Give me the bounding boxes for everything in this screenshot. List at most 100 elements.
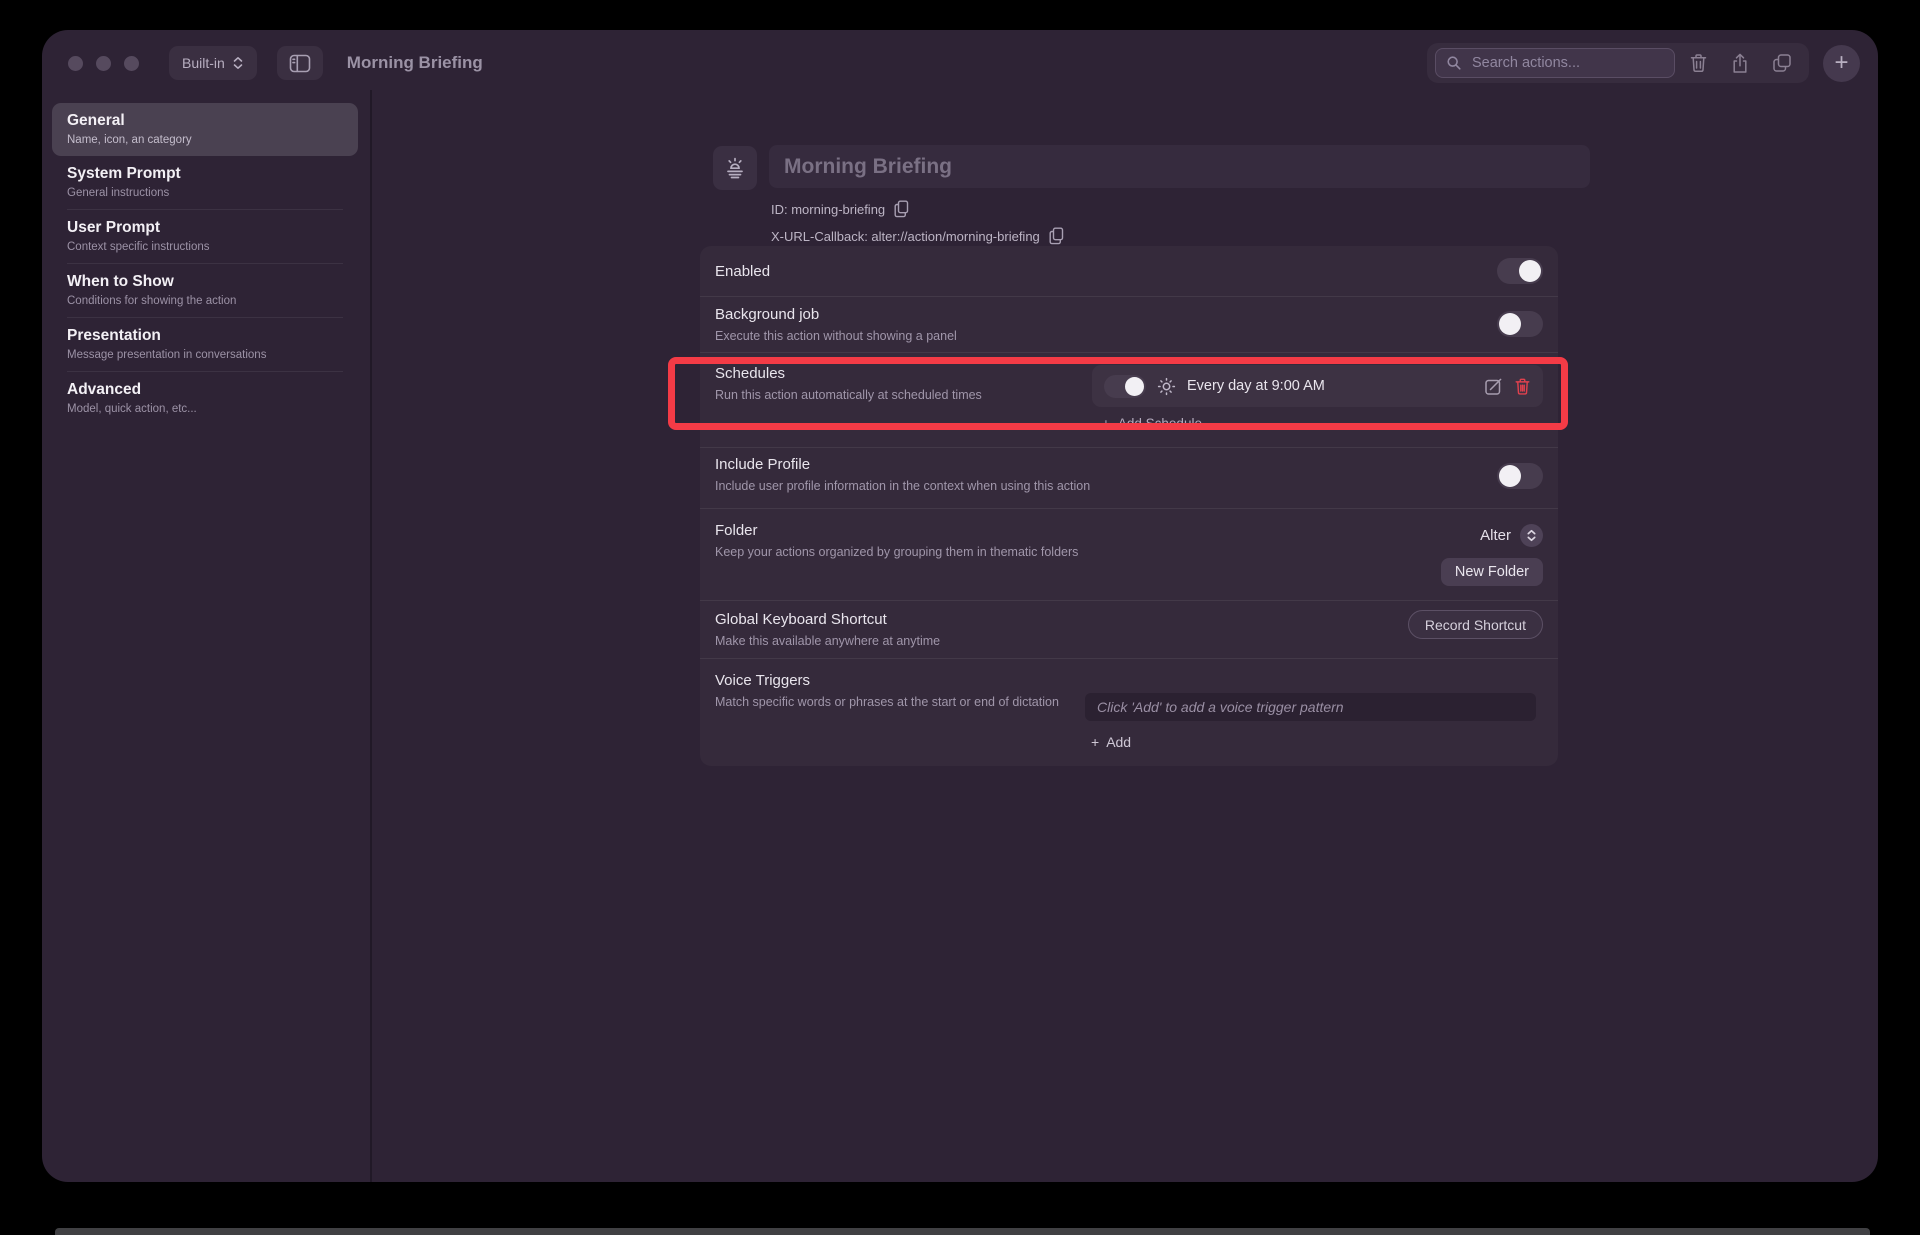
toggle-sidebar-button[interactable] bbox=[277, 46, 323, 80]
toggle-knob bbox=[1499, 465, 1521, 487]
toggle-knob bbox=[1499, 313, 1521, 335]
schedules-subtitle: Run this action automatically at schedul… bbox=[715, 387, 1092, 404]
add-voice-trigger-label: Add bbox=[1106, 734, 1131, 750]
duplicate-icon bbox=[1772, 53, 1792, 73]
shortcut-row: Global Keyboard Shortcut Make this avail… bbox=[700, 600, 1558, 658]
sidebar-divider bbox=[370, 90, 372, 1182]
background-job-subtitle: Execute this action without showing a pa… bbox=[715, 328, 1497, 345]
action-callback-line: X-URL-Callback: alter://action/morning-b… bbox=[771, 227, 1064, 245]
sidebar-item-system-prompt[interactable]: System Prompt General instructions bbox=[52, 156, 358, 209]
sidebar-item-subtitle: Model, quick action, etc... bbox=[67, 403, 343, 415]
schedule-description: Every day at 9:00 AM bbox=[1187, 378, 1473, 394]
copy-callback-button[interactable] bbox=[1049, 227, 1064, 245]
voice-triggers-label: Voice Triggers bbox=[715, 672, 1085, 689]
sidebar-item-subtitle: Name, icon, an category bbox=[67, 134, 343, 146]
record-shortcut-label: Record Shortcut bbox=[1425, 617, 1526, 633]
shortcut-subtitle: Make this available anywhere at anytime bbox=[715, 633, 1408, 650]
sun-icon bbox=[1157, 377, 1176, 396]
background-job-toggle[interactable] bbox=[1497, 311, 1543, 337]
voice-triggers-row: Voice Triggers Match specific words or p… bbox=[700, 658, 1558, 766]
edit-schedule-button[interactable] bbox=[1484, 377, 1503, 396]
schedules-label: Schedules bbox=[715, 365, 1092, 382]
delete-schedule-button[interactable] bbox=[1514, 377, 1531, 396]
window-title: Morning Briefing bbox=[347, 53, 483, 73]
duplicate-action-button[interactable] bbox=[1763, 48, 1801, 78]
sidebar-item-title: General bbox=[67, 112, 343, 130]
plus-icon: + bbox=[1091, 734, 1099, 750]
search-input[interactable] bbox=[1470, 54, 1664, 72]
sidebar-item-subtitle: Message presentation in conversations bbox=[67, 349, 343, 361]
folder-row: Folder Keep your actions organized by gr… bbox=[700, 508, 1558, 600]
sidebar-item-title: User Prompt bbox=[67, 219, 343, 237]
folder-selected-value: Alter bbox=[1480, 527, 1511, 544]
background-job-label: Background job bbox=[715, 306, 1497, 323]
action-id-line: ID: morning-briefing bbox=[771, 200, 909, 218]
delete-action-button[interactable] bbox=[1679, 48, 1717, 78]
schedules-row: Schedules Run this action automatically … bbox=[700, 352, 1558, 447]
share-icon bbox=[1731, 53, 1749, 74]
search-field[interactable] bbox=[1435, 48, 1675, 78]
enabled-toggle[interactable] bbox=[1497, 258, 1543, 284]
toolbar-right: + bbox=[1427, 43, 1860, 83]
sidebar-item-user-prompt[interactable]: User Prompt Context specific instruction… bbox=[52, 210, 358, 263]
sidebar-item-title: Presentation bbox=[67, 327, 343, 345]
add-voice-trigger-button[interactable]: + Add bbox=[1091, 734, 1131, 750]
record-shortcut-button[interactable]: Record Shortcut bbox=[1408, 610, 1543, 639]
app-window: Built-in Morning Briefing bbox=[42, 30, 1878, 1182]
trash-icon bbox=[1689, 53, 1708, 73]
toggle-knob bbox=[1519, 260, 1541, 282]
builtin-selector[interactable]: Built-in bbox=[169, 46, 257, 80]
traffic-lights bbox=[68, 56, 139, 71]
chevron-up-down-icon bbox=[1520, 524, 1543, 547]
schedule-item: Every day at 9:00 AM bbox=[1092, 365, 1543, 407]
action-callback-text: X-URL-Callback: alter://action/morning-b… bbox=[771, 229, 1040, 244]
chevron-up-down-icon bbox=[232, 56, 244, 70]
shortcut-label: Global Keyboard Shortcut bbox=[715, 611, 1408, 628]
zoom-window-button[interactable] bbox=[124, 56, 139, 71]
sidebar-item-title: System Prompt bbox=[67, 165, 343, 183]
sidebar-item-when-to-show[interactable]: When to Show Conditions for showing the … bbox=[52, 264, 358, 317]
include-profile-subtitle: Include user profile information in the … bbox=[715, 478, 1497, 495]
close-window-button[interactable] bbox=[68, 56, 83, 71]
sidebar-item-general[interactable]: General Name, icon, an category bbox=[52, 103, 358, 156]
toolbar-group bbox=[1427, 43, 1809, 83]
sidebar-item-presentation[interactable]: Presentation Message presentation in con… bbox=[52, 318, 358, 371]
include-profile-toggle[interactable] bbox=[1497, 463, 1543, 489]
action-name-input[interactable] bbox=[769, 145, 1590, 188]
plus-icon: + bbox=[1834, 51, 1848, 75]
sunrise-icon bbox=[723, 156, 747, 180]
add-action-button[interactable]: + bbox=[1823, 45, 1860, 82]
new-folder-button[interactable]: New Folder bbox=[1441, 558, 1543, 586]
enabled-row: Enabled bbox=[700, 246, 1558, 296]
add-schedule-button[interactable]: + Add Schedule bbox=[1102, 416, 1202, 431]
sidebar-icon bbox=[289, 54, 311, 73]
folder-select[interactable]: Alter bbox=[1480, 524, 1543, 547]
action-id-text: ID: morning-briefing bbox=[771, 202, 885, 217]
folder-label: Folder bbox=[715, 522, 1092, 539]
sidebar: General Name, icon, an category System P… bbox=[52, 103, 358, 425]
copy-id-button[interactable] bbox=[894, 200, 909, 218]
schedule-toggle[interactable] bbox=[1104, 375, 1146, 398]
include-profile-label: Include Profile bbox=[715, 456, 1497, 473]
sidebar-item-subtitle: Context specific instructions bbox=[67, 241, 343, 253]
sidebar-item-subtitle: General instructions bbox=[67, 187, 343, 199]
toggle-knob bbox=[1125, 377, 1144, 396]
share-action-button[interactable] bbox=[1721, 48, 1759, 78]
titlebar: Built-in Morning Briefing bbox=[42, 30, 1878, 96]
sidebar-item-title: Advanced bbox=[67, 381, 343, 399]
sidebar-item-subtitle: Conditions for showing the action bbox=[67, 295, 343, 307]
background-job-row: Background job Execute this action witho… bbox=[700, 296, 1558, 352]
add-schedule-label: Add Schedule bbox=[1118, 416, 1202, 431]
settings-card: Enabled Background job Execute this acti… bbox=[700, 246, 1558, 766]
minimize-window-button[interactable] bbox=[96, 56, 111, 71]
action-icon-button[interactable] bbox=[713, 146, 757, 190]
plus-icon: + bbox=[1102, 416, 1110, 431]
sidebar-item-advanced[interactable]: Advanced Model, quick action, etc... bbox=[52, 372, 358, 425]
builtin-selector-label: Built-in bbox=[182, 55, 225, 71]
search-icon bbox=[1446, 55, 1462, 71]
dock-edge bbox=[55, 1228, 1870, 1235]
new-folder-label: New Folder bbox=[1455, 564, 1529, 580]
include-profile-row: Include Profile Include user profile inf… bbox=[700, 447, 1558, 508]
voice-triggers-subtitle: Match specific words or phrases at the s… bbox=[715, 694, 1085, 711]
voice-trigger-input[interactable] bbox=[1085, 693, 1536, 721]
